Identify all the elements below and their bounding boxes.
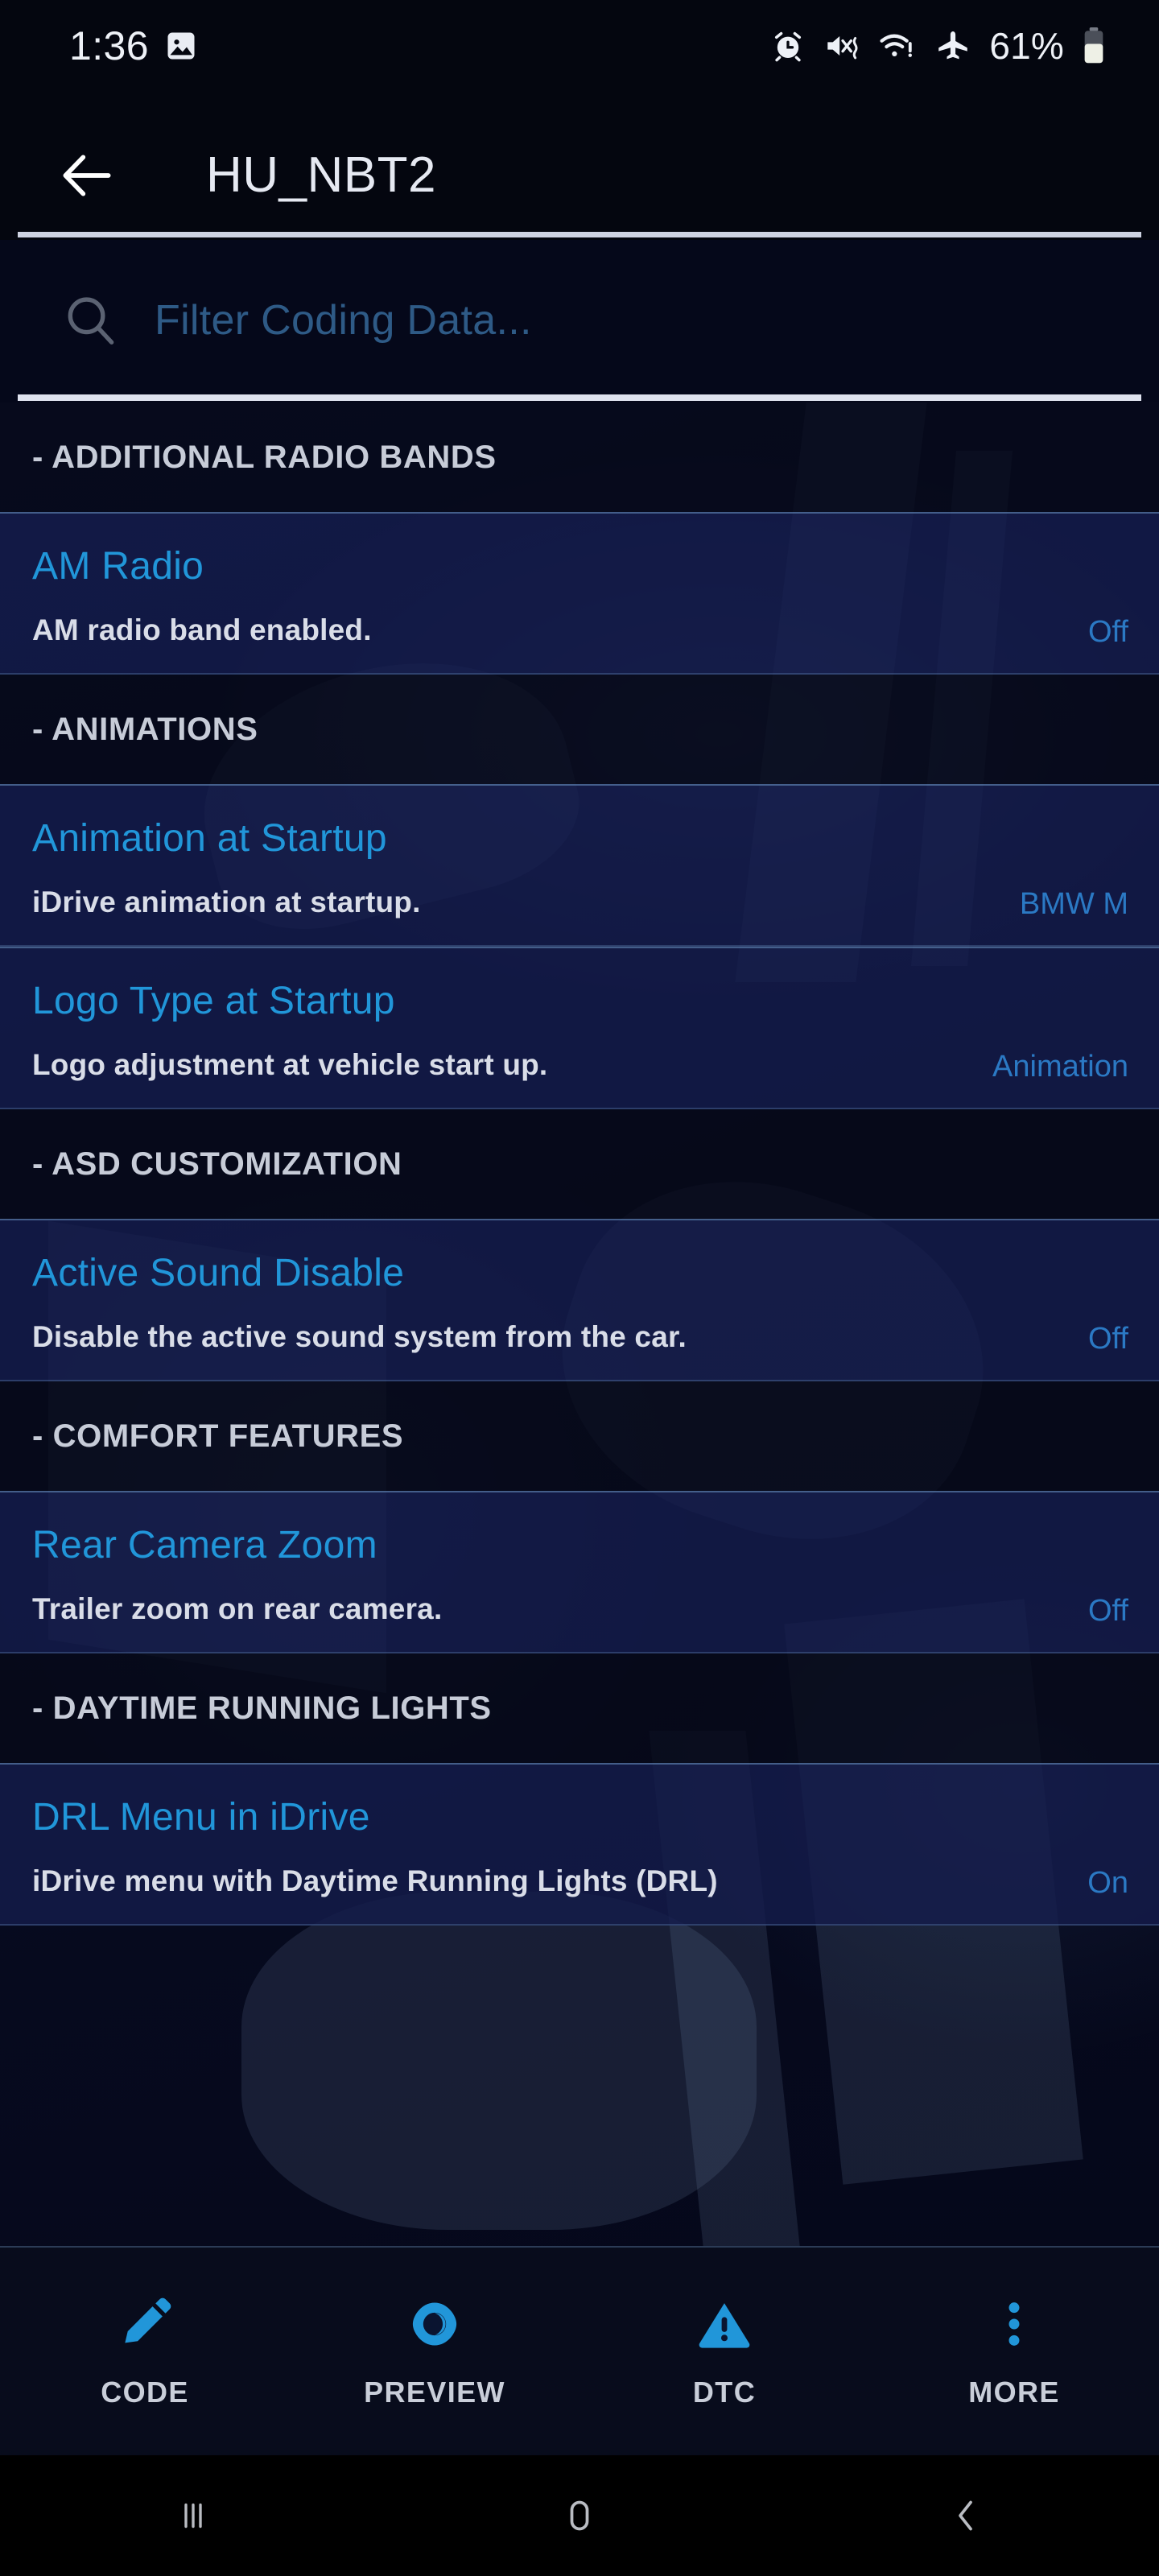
coding-item-row[interactable]: AM Radio AM radio band enabled. Off [0,512,1159,675]
search-underline [18,394,1141,401]
app-root: 1:36 61% HU_NBT2 Filter Coding Data... -… [0,0,1159,2576]
wifi-alert-icon [878,28,917,64]
back-arrow-icon[interactable] [50,138,124,213]
coding-item-row[interactable]: Logo Type at Startup Logo adjustment at v… [0,947,1159,1109]
coding-item-description: Logo adjustment at vehicle start up. [32,1048,548,1081]
coding-item-title: AM Radio [32,545,204,588]
section-header-label: - ANIMATIONS [32,711,258,747]
status-bar-right: 61% [770,24,1106,68]
section-header: - ANIMATIONS [0,675,1159,784]
tab-code[interactable]: CODE [0,2248,290,2455]
section-header-label: - DAYTIME RUNNING LIGHTS [32,1690,492,1726]
alarm-icon [770,28,806,64]
coding-item-value: Animation [992,1050,1128,1084]
app-bar: HU_NBT2 [0,105,1159,240]
eye-icon [405,2293,464,2355]
section-header: - ADDITIONAL RADIO BANDS [0,402,1159,512]
battery-icon [1082,27,1106,64]
tab-preview[interactable]: PREVIEW [290,2248,580,2455]
app-bar-divider [18,232,1141,237]
coding-item-row[interactable]: Animation at Startup iDrive animation at … [0,784,1159,947]
screenshot-icon [163,28,199,64]
coding-item-description: Trailer zoom on rear camera. [32,1592,443,1625]
status-bar: 1:36 61% [0,0,1159,105]
bottom-tab-bar: CODE PREVIEW DTC MORE [0,2246,1159,2455]
mute-vibrate-icon [823,28,860,64]
coding-item-title: Rear Camera Zoom [32,1524,377,1567]
section-header-label: - COMFORT FEATURES [32,1418,404,1454]
search-icon [60,290,121,351]
coding-item-title: DRL Menu in iDrive [32,1796,370,1839]
coding-item-description: AM radio band enabled. [32,613,372,646]
section-header: - ASD CUSTOMIZATION [0,1109,1159,1219]
overflow-dots-icon [984,2293,1044,2355]
search-input[interactable] [155,287,1080,354]
tab-code-label: CODE [101,2376,189,2409]
tab-more-label: MORE [968,2376,1060,2409]
coding-item-description: Disable the active sound system from the… [32,1320,687,1353]
coding-item-description: iDrive animation at startup. [32,886,421,919]
coding-item-row[interactable]: DRL Menu in iDrive iDrive menu with Dayti… [0,1763,1159,1926]
coding-item-value: Off [1088,615,1128,649]
warning-triangle-icon [695,2293,754,2355]
coding-item-title: Animation at Startup [32,817,387,860]
coding-item-value: On [1087,1866,1128,1900]
recents-icon[interactable] [0,2455,386,2576]
search-bar [0,240,1159,402]
coding-item-value: Off [1088,1322,1128,1356]
tab-preview-label: PREVIEW [364,2376,505,2409]
coding-data-list[interactable]: - ADDITIONAL RADIO BANDS AM Radio AM radio… [0,402,1159,2246]
coding-item-title: Logo Type at Startup [32,980,395,1022]
tab-dtc-label: DTC [692,2376,757,2409]
pencil-icon [115,2293,175,2355]
coding-item-description: iDrive menu with Daytime Running Lights … [32,1864,718,1897]
section-header-label: - ADDITIONAL RADIO BANDS [32,439,497,475]
home-icon[interactable] [386,2455,773,2576]
section-header: - DAYTIME RUNNING LIGHTS [0,1653,1159,1763]
section-header-label: - ASD CUSTOMIZATION [32,1146,402,1182]
coding-item-title: Active Sound Disable [32,1252,405,1294]
tab-dtc[interactable]: DTC [580,2248,869,2455]
tab-more[interactable]: MORE [869,2248,1159,2455]
status-bar-left: 1:36 [69,23,199,69]
airplane-mode-icon [934,28,971,64]
coding-item-value: Off [1088,1594,1128,1628]
page-title: HU_NBT2 [206,147,437,203]
section-header: - COMFORT FEATURES [0,1381,1159,1491]
back-icon[interactable] [773,2455,1159,2576]
coding-item-row[interactable]: Rear Camera Zoom Trailer zoom on rear cam… [0,1491,1159,1653]
battery-percent-label: 61% [989,25,1064,67]
coding-item-value: BMW M [1019,887,1128,921]
status-clock: 1:36 [69,23,149,68]
coding-item-row[interactable]: Active Sound Disable Disable the active s… [0,1219,1159,1381]
system-navigation-bar [0,2455,1159,2576]
